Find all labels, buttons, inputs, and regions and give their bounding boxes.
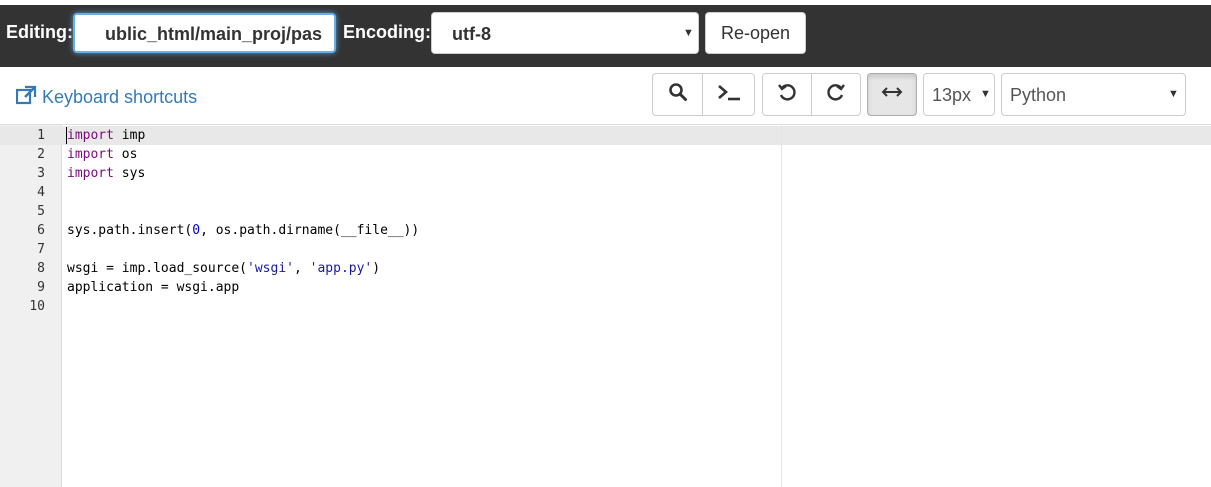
editing-label: Editing: <box>6 22 73 42</box>
code-token: application = wsgi.app <box>67 280 240 295</box>
line-number: 3 <box>37 166 45 181</box>
code-token: import <box>67 128 114 143</box>
goto-line-button[interactable] <box>702 73 755 116</box>
code-line[interactable]: import imp <box>67 126 145 145</box>
code-token: ) <box>372 261 381 276</box>
code-token: import <box>67 147 114 162</box>
code-token: wsgi = imp.load_source( <box>67 261 248 276</box>
undo-button[interactable] <box>762 73 812 116</box>
undo-icon <box>777 82 797 107</box>
font-size-value: 13px <box>932 85 972 105</box>
search-icon <box>668 82 688 107</box>
chevron-down-icon: ▼ <box>980 88 991 100</box>
editor-toolbar: Keyboard shortcuts 13px ▼ Python ▼ <box>0 67 1211 124</box>
line-number: 5 <box>37 204 45 219</box>
chevron-down-icon: ▼ <box>1168 88 1179 100</box>
language-value: Python <box>1010 85 1067 105</box>
keyboard-shortcuts-label: Keyboard shortcuts <box>42 87 198 107</box>
line-number: 10 <box>29 299 45 314</box>
font-size-select[interactable]: 13px ▼ <box>923 73 995 116</box>
line-number: 9 <box>37 280 45 295</box>
code-token: sys <box>113 166 146 181</box>
code-line[interactable]: import sys <box>67 164 145 183</box>
editor-topbar: Editing: ublic_html/main_proj/pas Encodi… <box>0 5 1211 67</box>
code-token: os <box>113 147 138 162</box>
redo-icon <box>826 82 846 107</box>
line-number: 4 <box>37 185 45 200</box>
code-token: 'app.py' <box>309 261 373 276</box>
code-token: 'wsgi' <box>247 261 294 276</box>
line-number: 1 <box>37 128 45 143</box>
code-token: import <box>67 166 114 181</box>
wrap-toggle-icon <box>881 85 903 104</box>
print-margin <box>781 125 782 487</box>
text-cursor <box>66 127 67 144</box>
code-line[interactable]: application = wsgi.app <box>67 278 239 297</box>
reopen-button[interactable]: Re-open <box>705 12 806 54</box>
language-select[interactable]: Python ▼ <box>1001 73 1186 116</box>
code-editor[interactable]: 1 2 3 4 5 6 7 8 9 10 import imp import os import sy… <box>0 124 1211 487</box>
chevron-down-icon: ▼ <box>683 27 694 39</box>
file-path-input[interactable]: ublic_html/main_proj/pas <box>73 13 336 53</box>
code-token: , os.path.dirname(__file__)) <box>200 223 420 238</box>
encoding-select[interactable]: utf-8 ▼ <box>431 12 699 54</box>
line-number: 2 <box>37 147 45 162</box>
terminal-icon <box>716 82 742 107</box>
code-line[interactable]: wsgi = imp.load_source('wsgi', 'app.py') <box>67 259 380 278</box>
external-link-icon <box>15 85 38 110</box>
encoding-label: Encoding: <box>343 22 431 42</box>
line-number: 6 <box>37 223 45 238</box>
line-number: 8 <box>37 261 45 276</box>
file-path-value: ublic_html/main_proj/pas <box>104 24 322 44</box>
redo-button[interactable] <box>811 73 861 116</box>
code-line[interactable]: import os <box>67 145 137 164</box>
code-line[interactable]: sys.path.insert(0, os.path.dirname(__fil… <box>67 221 419 240</box>
line-number: 7 <box>37 242 45 257</box>
wrap-toggle-button[interactable] <box>867 73 917 116</box>
encoding-value: utf-8 <box>452 24 491 44</box>
code-token: , <box>293 261 310 276</box>
keyboard-shortcuts-link[interactable]: Keyboard shortcuts <box>15 85 198 110</box>
code-token: sys.path.insert( <box>67 223 193 238</box>
active-line-highlight <box>0 126 1211 145</box>
code-token: 0 <box>192 223 201 238</box>
code-token: imp <box>113 128 146 143</box>
search-button[interactable] <box>652 73 703 116</box>
